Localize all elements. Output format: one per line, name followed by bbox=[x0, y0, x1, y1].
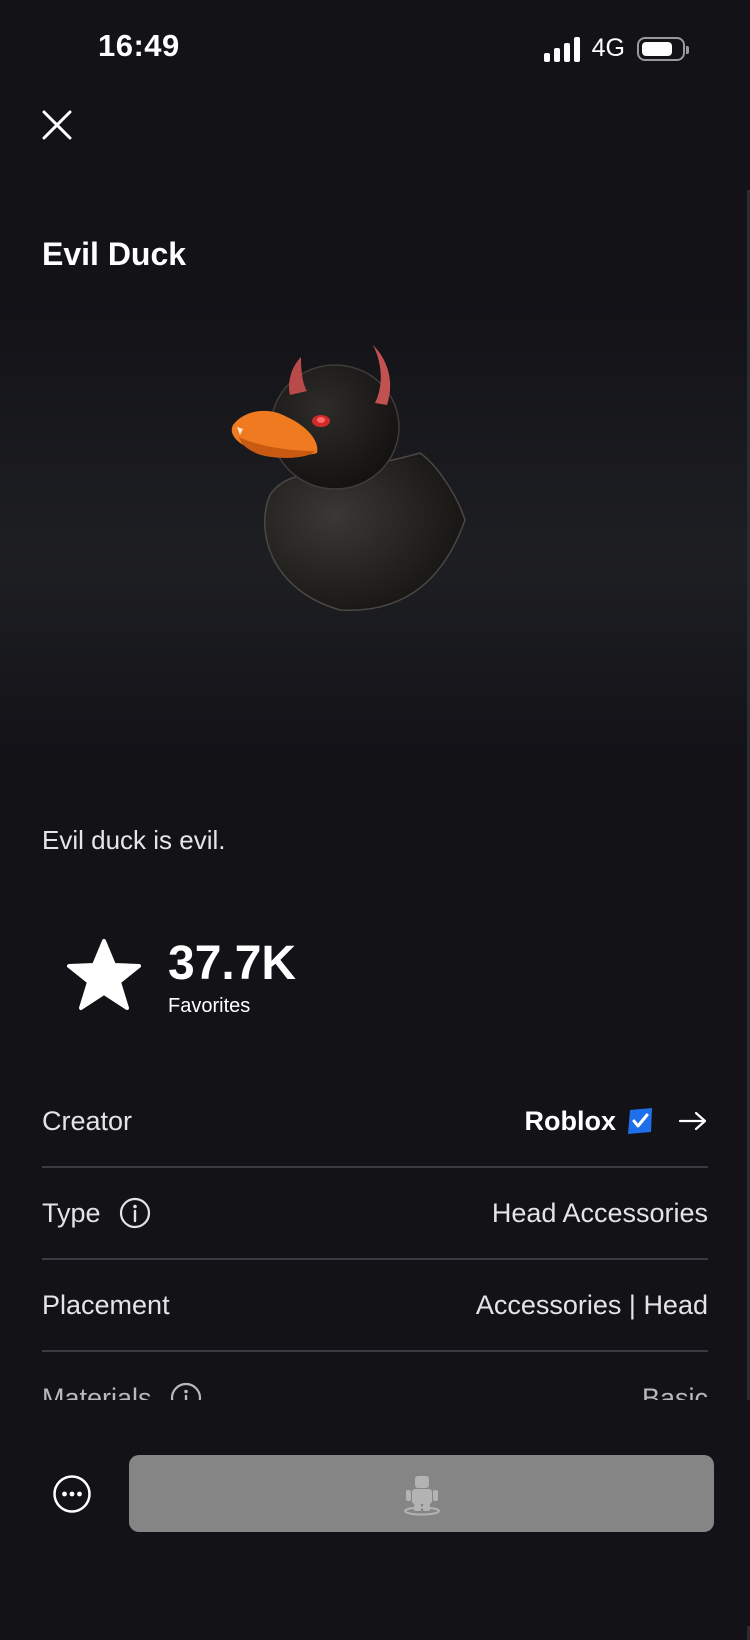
item-details-list: Creator Roblox Type Head Accessories Pla… bbox=[42, 1076, 708, 1444]
evil-duck-image bbox=[231, 345, 466, 611]
type-label: Type bbox=[42, 1197, 101, 1228]
avatar-icon bbox=[403, 1475, 440, 1515]
status-time: 16:49 bbox=[98, 28, 180, 63]
item-title: Evil Duck bbox=[42, 236, 187, 272]
creator-name: Roblox bbox=[524, 1105, 617, 1136]
close-icon[interactable] bbox=[38, 106, 76, 144]
placement-value: Accessories | Head bbox=[475, 1289, 708, 1320]
favorites-count: 37.7K bbox=[168, 937, 297, 990]
favorites-label: Favorites bbox=[168, 995, 251, 1017]
battery-level bbox=[642, 41, 673, 56]
type-label-group: Type bbox=[42, 1197, 151, 1229]
star-icon[interactable] bbox=[66, 938, 142, 1012]
creator-link[interactable]: Roblox bbox=[525, 1106, 709, 1137]
placement-label: Placement bbox=[42, 1289, 170, 1320]
type-row: Type Head Accessories bbox=[42, 1168, 708, 1260]
placement-row: Placement Accessories | Head bbox=[42, 1260, 708, 1352]
creator-label: Creator bbox=[42, 1105, 133, 1136]
try-on-button[interactable] bbox=[129, 1455, 714, 1532]
battery-icon bbox=[637, 36, 689, 61]
arrow-right-icon bbox=[678, 1111, 707, 1131]
type-value: Head Accessories bbox=[491, 1197, 708, 1228]
verified-badge-icon bbox=[628, 1108, 652, 1134]
item-details-screen: 16:49 4G Evil Duck Evil duck is evil. 37… bbox=[0, 0, 750, 1640]
info-icon[interactable] bbox=[119, 1197, 151, 1229]
creator-row[interactable]: Creator Roblox bbox=[42, 1076, 708, 1168]
status-indicators: 4G bbox=[543, 34, 689, 63]
signal-icon bbox=[543, 36, 580, 62]
network-type: 4G bbox=[591, 34, 625, 62]
item-description: Evil duck is evil. bbox=[42, 825, 226, 855]
more-icon[interactable] bbox=[52, 1474, 92, 1514]
